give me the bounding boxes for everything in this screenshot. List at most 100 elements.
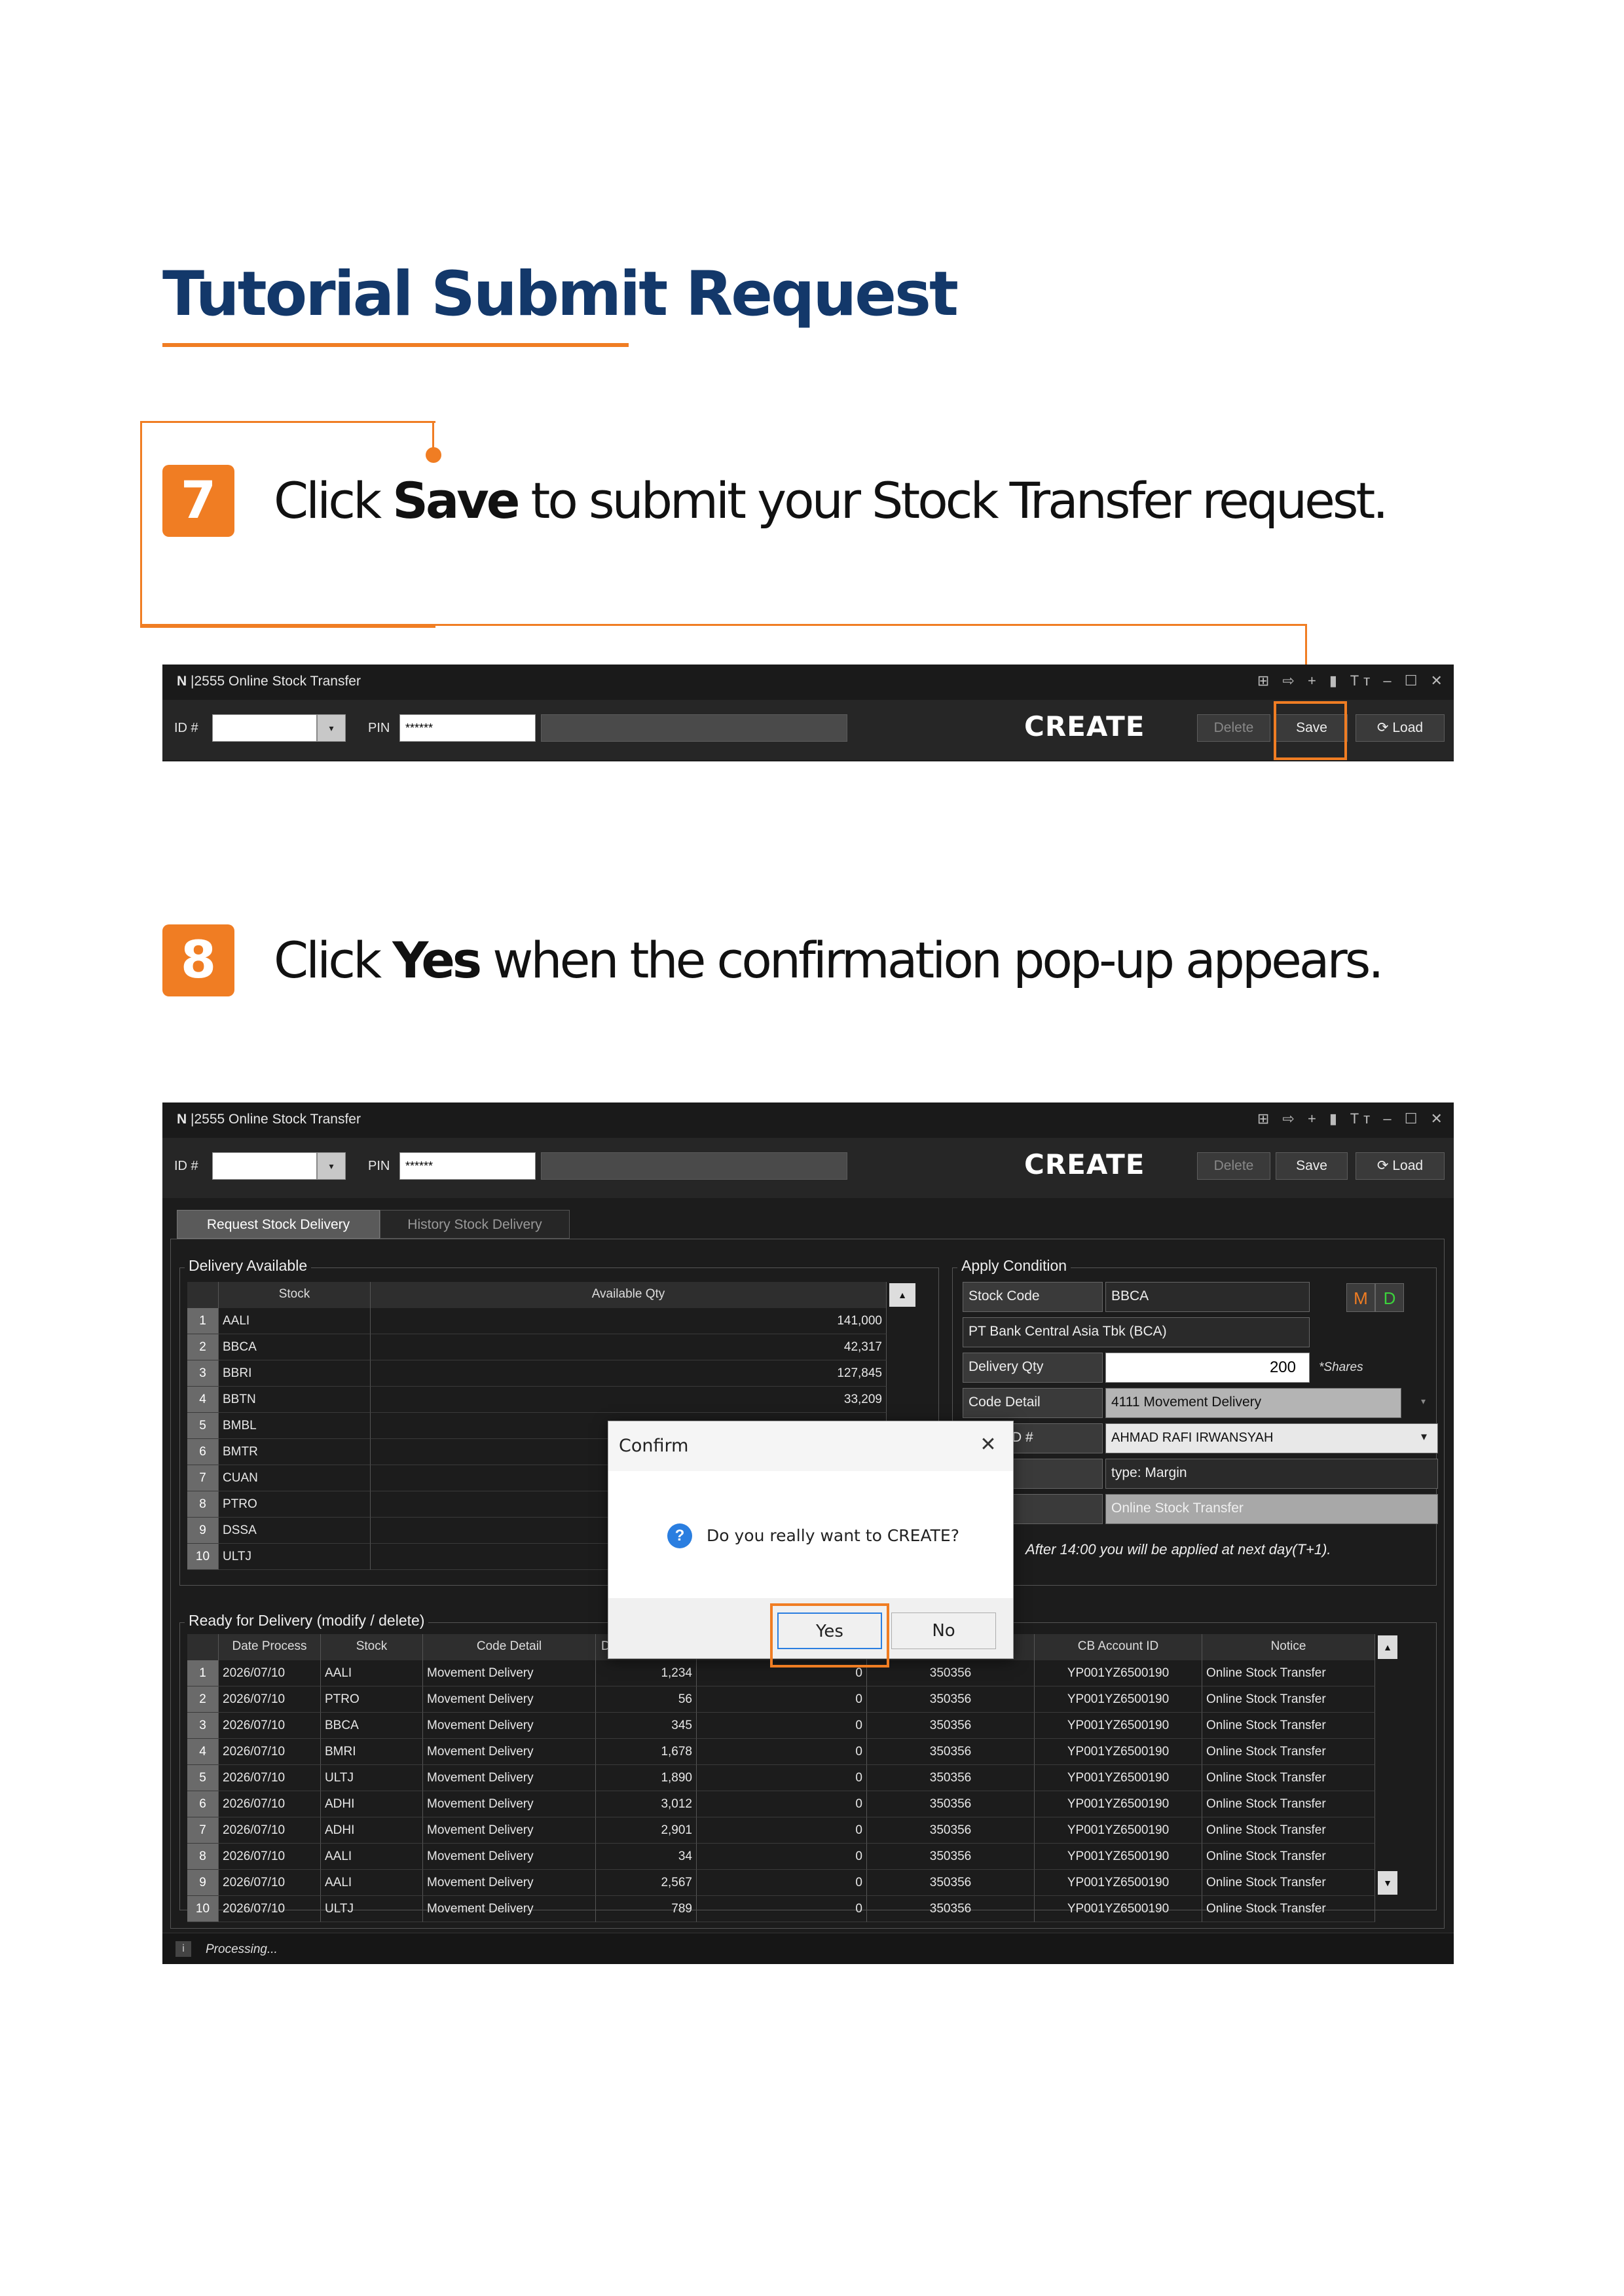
- app-window: N |2555 Online Stock Transfer ⊞ ⇨ + ▮ Tт…: [162, 1102, 1454, 1964]
- stock-cell: ULTJ: [321, 1765, 423, 1791]
- id-input[interactable]: [212, 1152, 317, 1180]
- company-name-field: PT Bank Central Asia Tbk (BCA): [963, 1317, 1310, 1347]
- table-row[interactable]: 10 2026/07/10 ULTJ Movement Delivery 789 0 350…: [187, 1896, 1375, 1922]
- done-qty-cell: 0: [697, 1765, 867, 1791]
- yes-highlight: [770, 1603, 889, 1667]
- cb-account-id-cell: YP001YZ6500190: [1035, 1870, 1202, 1896]
- account-holder-select[interactable]: AHMAD RAFI IRWANSYAH: [1105, 1423, 1438, 1453]
- row-number: 9: [187, 1518, 219, 1544]
- toolbar: ID # ▾ PIN ****** CREATE Delete Save ⟳ L…: [162, 1138, 1454, 1198]
- step8-badge: 8: [162, 924, 234, 996]
- table-row[interactable]: 1 AALI 141,000: [187, 1308, 887, 1334]
- delivery-indicator[interactable]: D: [1375, 1283, 1404, 1312]
- window-title-text: Online Stock Transfer: [229, 674, 361, 689]
- scroll-up-button[interactable]: ▲: [889, 1283, 915, 1307]
- pin-input[interactable]: ******: [399, 714, 536, 742]
- id-input[interactable]: [212, 714, 317, 742]
- notice-cell: Online Stock Transfer: [1202, 1844, 1375, 1870]
- code-detail-cell: Movement Delivery: [423, 1660, 596, 1686]
- delivery-qty-cell: 56: [596, 1686, 697, 1713]
- account-cell: 350356: [867, 1686, 1035, 1713]
- step7-text-after: to submit your Stock Transfer request.: [517, 471, 1389, 530]
- close-icon[interactable]: ✕: [975, 1433, 1001, 1456]
- table-row[interactable]: 8 2026/07/10 AALI Movement Delivery 34 0 35035…: [187, 1844, 1375, 1870]
- row-number: 5: [187, 1413, 219, 1439]
- table-row[interactable]: 4 2026/07/10 BMRI Movement Delivery 1,678 0 35…: [187, 1739, 1375, 1765]
- account-cell: 350356: [867, 1817, 1035, 1844]
- window-code: |2555: [191, 1112, 225, 1127]
- date-process-cell: 2026/07/10: [219, 1660, 321, 1686]
- no-button[interactable]: No: [891, 1613, 996, 1649]
- table-row[interactable]: 7 2026/07/10 ADHI Movement Delivery 2,901 0 35…: [187, 1817, 1375, 1844]
- table-row[interactable]: 3 BBRI 127,845: [187, 1360, 887, 1387]
- refresh-icon: ⟳: [1376, 1158, 1389, 1173]
- load-button-label: Load: [1392, 720, 1424, 735]
- scroll-down-button[interactable]: ▼: [1378, 1871, 1397, 1895]
- pin-input[interactable]: ******: [399, 1152, 536, 1180]
- cb-account-id-cell: YP001YZ6500190: [1035, 1713, 1202, 1739]
- notice-cell: Online Stock Transfer: [1202, 1791, 1375, 1817]
- code-detail-select[interactable]: 4111 Movement Delivery: [1105, 1388, 1401, 1418]
- done-qty-cell: 0: [697, 1713, 867, 1739]
- table-row[interactable]: 4 BBTN 33,209: [187, 1387, 887, 1413]
- cb-account-id-cell: YP001YZ6500190: [1035, 1896, 1202, 1922]
- refresh-icon: ⟳: [1376, 720, 1389, 735]
- stock-cell: AALI: [321, 1660, 423, 1686]
- cb-account-id-cell: YP001YZ6500190: [1035, 1739, 1202, 1765]
- window-code: |2555: [191, 674, 225, 689]
- code-detail-cell: Movement Delivery: [423, 1896, 596, 1922]
- apply-condition-title: Apply Condition: [957, 1257, 1071, 1275]
- available-qty-cell: 33,209: [371, 1387, 887, 1413]
- table-row[interactable]: 6 2026/07/10 ADHI Movement Delivery 3,012 0 35…: [187, 1791, 1375, 1817]
- code-detail-cell: Movement Delivery: [423, 1844, 596, 1870]
- confirm-dialog-message: Do you really want to CREATE?: [707, 1526, 959, 1545]
- id-dropdown-button[interactable]: ▾: [317, 1152, 346, 1180]
- window-controls[interactable]: ⊞ ⇨ + ▮ Tт – ☐ ✕: [1257, 672, 1447, 689]
- save-highlight: [1274, 701, 1347, 760]
- save-button[interactable]: Save: [1276, 1152, 1348, 1180]
- date-process-cell: 2026/07/10: [219, 1713, 321, 1739]
- column-header-notice[interactable]: Notice: [1202, 1634, 1375, 1660]
- id-dropdown-button[interactable]: ▾: [317, 714, 346, 742]
- table-row[interactable]: 3 2026/07/10 BBCA Movement Delivery 345 0 3503…: [187, 1713, 1375, 1739]
- tab-request-stock-delivery[interactable]: Request Stock Delivery: [177, 1210, 380, 1239]
- delivery-qty-cell: 1,234: [596, 1660, 697, 1686]
- page-title: Tutorial Submit Request: [162, 259, 959, 330]
- window-title: N |2555 Online Stock Transfer: [177, 1112, 361, 1127]
- notice-cell: Online Stock Transfer: [1202, 1765, 1375, 1791]
- column-header-cb-account-id[interactable]: CB Account ID: [1035, 1634, 1202, 1660]
- table-row[interactable]: 9 2026/07/10 AALI Movement Delivery 2,567 0 35…: [187, 1870, 1375, 1896]
- row-number: 2: [187, 1334, 219, 1360]
- column-header-stock[interactable]: Stock: [321, 1634, 423, 1660]
- code-detail-cell: Movement Delivery: [423, 1817, 596, 1844]
- column-header-stock[interactable]: Stock: [219, 1282, 371, 1308]
- date-process-cell: 2026/07/10: [219, 1791, 321, 1817]
- code-detail-cell: Movement Delivery: [423, 1739, 596, 1765]
- delete-button[interactable]: Delete: [1197, 714, 1270, 742]
- tab-history-stock-delivery[interactable]: History Stock Delivery: [380, 1210, 570, 1239]
- code-detail-label: Code Detail: [963, 1388, 1103, 1418]
- stock-code-input[interactable]: BBCA: [1105, 1282, 1310, 1312]
- column-header-code-detail[interactable]: Code Detail: [423, 1634, 596, 1660]
- row-number: 9: [187, 1870, 219, 1896]
- column-header-date-process[interactable]: Date Process: [219, 1634, 321, 1660]
- table-row[interactable]: 5 2026/07/10 ULTJ Movement Delivery 1,890 0 35…: [187, 1765, 1375, 1791]
- window-controls[interactable]: ⊞ ⇨ + ▮ Tт – ☐ ✕: [1257, 1110, 1447, 1127]
- delete-button[interactable]: Delete: [1197, 1152, 1270, 1180]
- stock-cell: ULTJ: [321, 1896, 423, 1922]
- table-row[interactable]: 2 2026/07/10 PTRO Movement Delivery 56 0 35035…: [187, 1686, 1375, 1713]
- margin-indicator[interactable]: M: [1346, 1283, 1375, 1312]
- load-button[interactable]: ⟳ Load: [1356, 1152, 1445, 1180]
- stock-cell: AALI: [321, 1844, 423, 1870]
- table-row[interactable]: 2 BBCA 42,317: [187, 1334, 887, 1360]
- delivery-qty-input[interactable]: 200: [1105, 1353, 1310, 1383]
- load-button[interactable]: ⟳ Load: [1356, 714, 1445, 742]
- delivery-qty-cell: 34: [596, 1844, 697, 1870]
- stock-code-label: Stock Code: [963, 1282, 1103, 1312]
- code-detail-cell: Movement Delivery: [423, 1686, 596, 1713]
- date-process-cell: 2026/07/10: [219, 1686, 321, 1713]
- column-header-available-qty[interactable]: Available Qty: [371, 1282, 887, 1308]
- stock-cell: ULTJ: [219, 1544, 371, 1570]
- scroll-up-button[interactable]: ▲: [1378, 1635, 1397, 1659]
- row-number: 4: [187, 1387, 219, 1413]
